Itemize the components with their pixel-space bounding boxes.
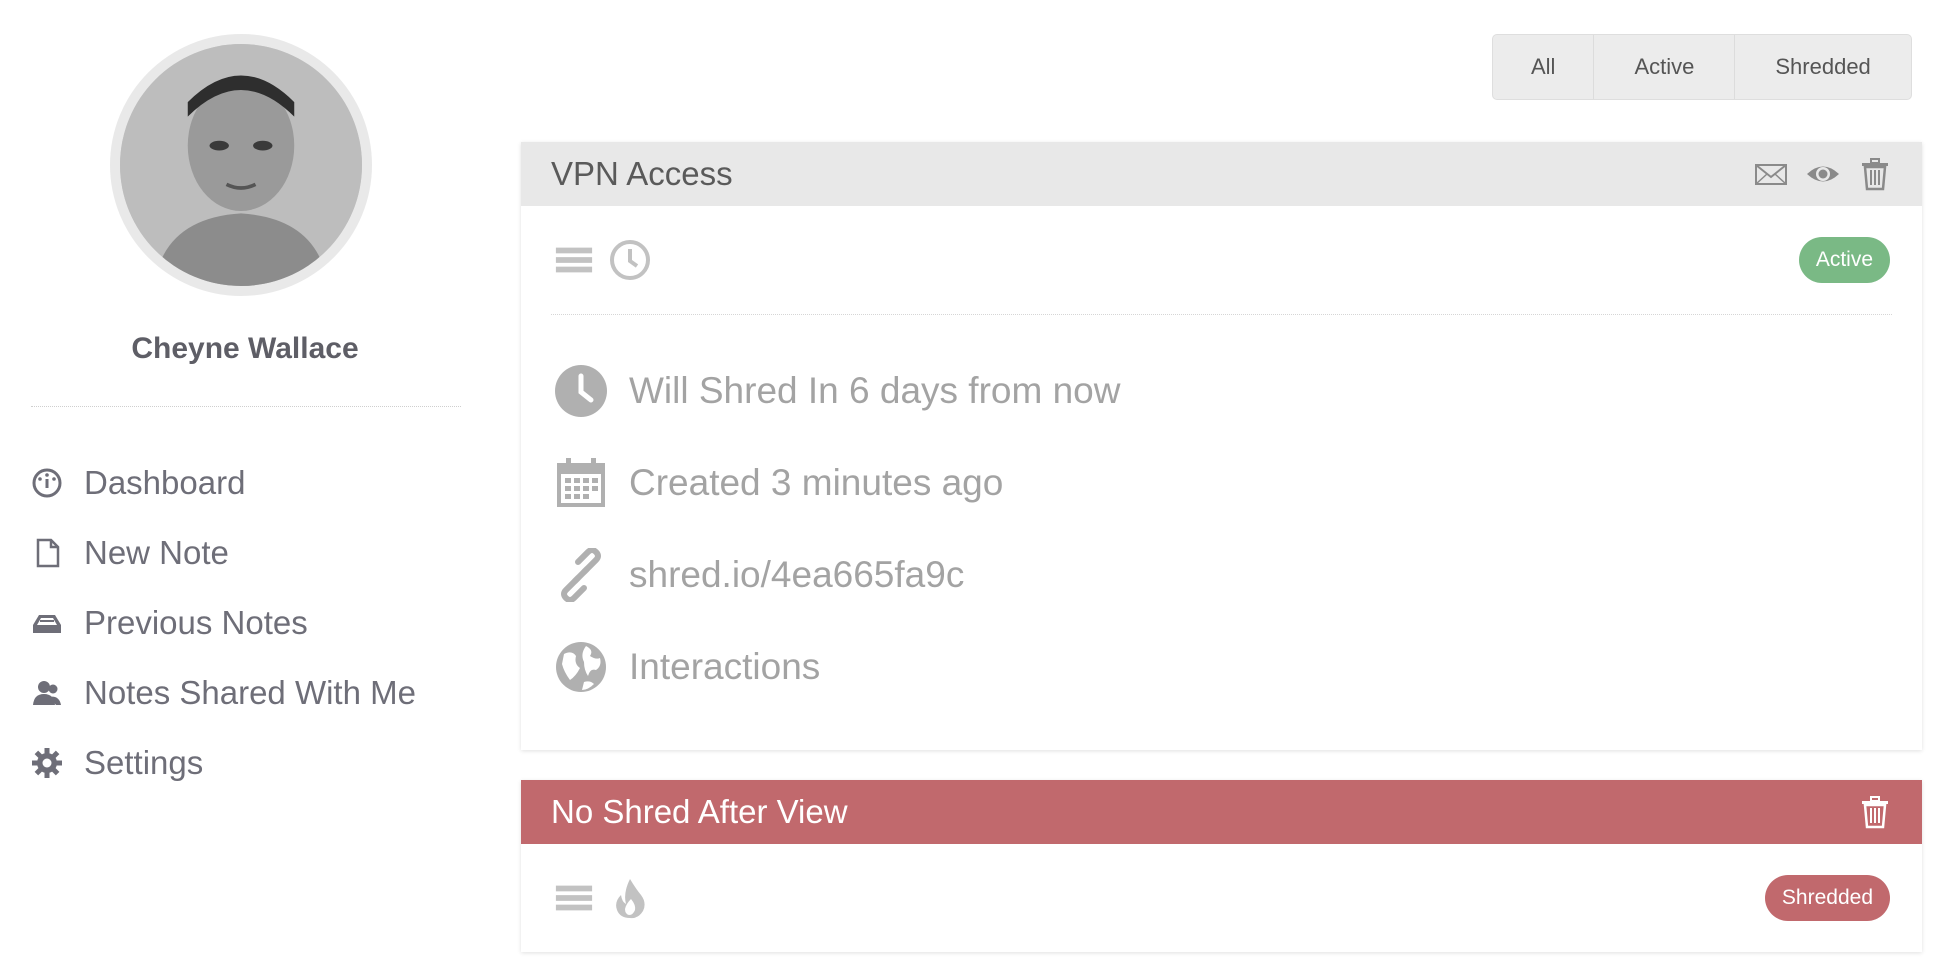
filter-active-button[interactable]: Active bbox=[1594, 35, 1736, 99]
envelope-icon[interactable] bbox=[1754, 157, 1788, 191]
note-card-header: No Shred After View bbox=[521, 780, 1922, 844]
note-actions bbox=[1858, 795, 1892, 829]
nav-label: New Note bbox=[84, 534, 229, 571]
note-card-header: VPN Access bbox=[521, 142, 1922, 206]
profile-name: Cheyne Wallace bbox=[131, 332, 359, 365]
status-badge: Active bbox=[1798, 237, 1890, 283]
sidebar-divider bbox=[31, 406, 461, 407]
link-icon bbox=[553, 547, 609, 603]
globe-icon bbox=[553, 639, 609, 695]
nav-label: Settings bbox=[84, 744, 204, 781]
list-icon bbox=[553, 877, 595, 919]
nav-item-new-note[interactable]: New Note bbox=[31, 518, 416, 588]
detail-shred-time: Will Shred In 6 days from now bbox=[553, 345, 1892, 437]
detail-text: Interactions bbox=[629, 646, 821, 687]
sidebar-nav: Dashboard New Note Previous Notes Notes … bbox=[31, 448, 416, 798]
note-type-icons bbox=[553, 239, 1799, 281]
nav-label: Dashboard bbox=[84, 464, 246, 501]
note-card: No Shred After View Shredded bbox=[521, 780, 1922, 952]
nav-label: Notes Shared With Me bbox=[84, 674, 416, 711]
note-actions bbox=[1754, 157, 1892, 191]
nav-item-dashboard[interactable]: Dashboard bbox=[31, 448, 416, 518]
detail-link[interactable]: shred.io/4ea665fa9c bbox=[553, 529, 1892, 621]
note-title: No Shred After View bbox=[551, 793, 848, 830]
note-title: VPN Access bbox=[551, 155, 733, 192]
clock-icon bbox=[609, 239, 651, 281]
note-status-row: Shredded bbox=[521, 844, 1922, 952]
filter-button-group: All Active Shredded bbox=[1492, 34, 1912, 100]
user-shared-icon bbox=[31, 677, 63, 709]
file-icon bbox=[31, 537, 63, 569]
filter-shredded-button[interactable]: Shredded bbox=[1735, 35, 1910, 99]
note-details: Will Shred In 6 days from now Created 3 … bbox=[521, 315, 1922, 713]
eye-icon[interactable] bbox=[1806, 157, 1840, 191]
nav-item-shared-notes[interactable]: Notes Shared With Me bbox=[31, 658, 416, 728]
dashboard-icon bbox=[31, 467, 63, 499]
calendar-icon bbox=[553, 455, 609, 511]
detail-interactions[interactable]: Interactions bbox=[553, 621, 1892, 713]
note-type-icons bbox=[553, 877, 1765, 919]
note-link[interactable]: shred.io/4ea665fa9c bbox=[629, 554, 964, 596]
trash-icon[interactable] bbox=[1858, 795, 1892, 829]
note-card: VPN Access Active Will Shred In 6 days f… bbox=[521, 142, 1922, 750]
sidebar: Cheyne Wallace Dashboard New Note Previo… bbox=[0, 0, 490, 970]
nav-label: Previous Notes bbox=[84, 604, 308, 641]
note-status-row: Active bbox=[521, 206, 1922, 314]
detail-created: Created 3 minutes ago bbox=[553, 437, 1892, 529]
detail-text: Will Shred In 6 days from now bbox=[629, 370, 1121, 411]
avatar[interactable] bbox=[110, 34, 372, 296]
trash-icon[interactable] bbox=[1858, 157, 1892, 191]
status-badge: Shredded bbox=[1764, 875, 1890, 921]
fire-icon bbox=[609, 877, 651, 919]
nav-item-settings[interactable]: Settings bbox=[31, 728, 416, 798]
gear-icon bbox=[31, 747, 63, 779]
filter-all-button[interactable]: All bbox=[1493, 35, 1595, 99]
nav-item-previous-notes[interactable]: Previous Notes bbox=[31, 588, 416, 658]
list-icon bbox=[553, 239, 595, 281]
avatar-photo bbox=[120, 44, 362, 286]
inbox-icon bbox=[31, 607, 63, 639]
detail-text: Created 3 minutes ago bbox=[629, 462, 1004, 503]
clock-icon bbox=[553, 363, 609, 419]
